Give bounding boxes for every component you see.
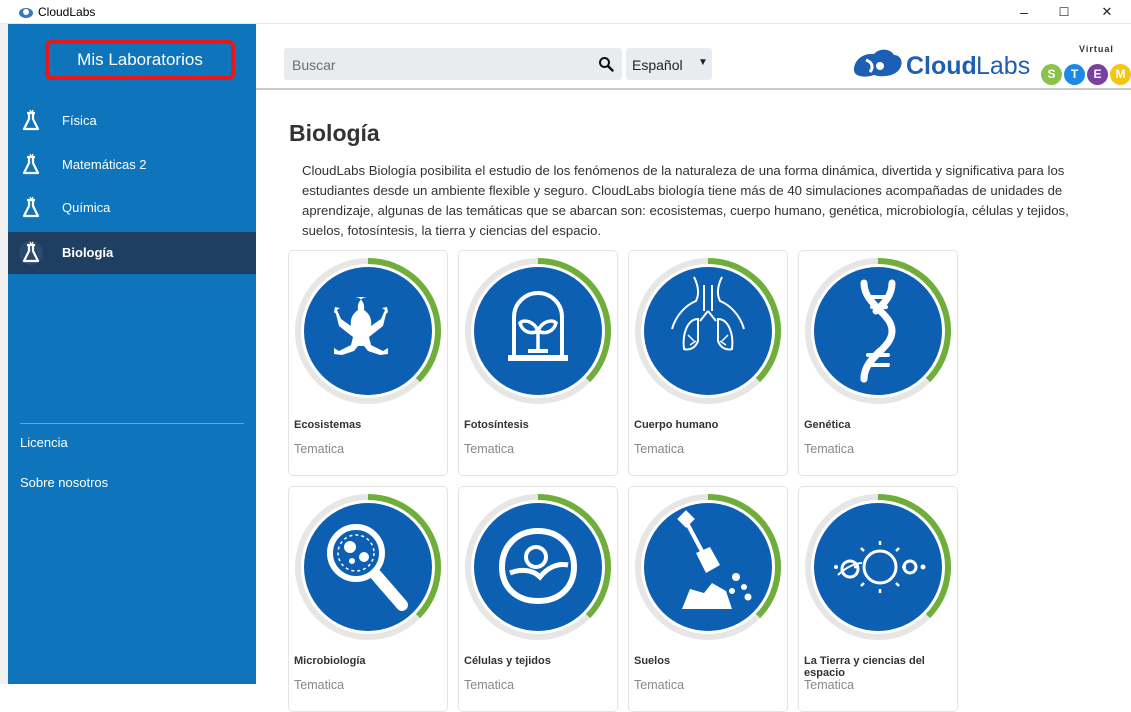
card-subtitle: Tematica [294, 442, 345, 456]
window-edge [0, 24, 8, 684]
licencia-link[interactable]: Licencia [20, 435, 68, 450]
main-content: Biología CloudLabs Biología posibilita e… [256, 90, 1131, 712]
sidebar-item-label: Matemáticas 2 [62, 157, 147, 172]
close-button[interactable]: ✕ [1089, 0, 1125, 24]
logo-text-light: Labs [976, 52, 1031, 80]
sobre-nosotros-link[interactable]: Sobre nosotros [20, 475, 108, 490]
cloudlabs-logo: Cloud Labs Virtual S T E M [846, 44, 1131, 88]
card-title: Células y tejidos [464, 655, 551, 667]
shovel-icon [635, 494, 782, 640]
maximize-button[interactable]: ☐ [1046, 0, 1082, 24]
card-title: Microbiología [294, 655, 366, 667]
sidebar-item-fisica[interactable]: Física [8, 100, 256, 142]
card-subtitle: Tematica [634, 442, 685, 456]
flask-icon [22, 153, 40, 175]
cloudlabs-app-icon [19, 8, 33, 18]
sidebar: Mis Laboratorios Física Matemáticas 2 Qu… [8, 24, 256, 684]
page-description: CloudLabs Biología posibilita el estudio… [302, 163, 1069, 238]
card-subtitle: Tematica [804, 442, 855, 456]
card-microbiologia[interactable]: Microbiología Tematica [288, 486, 448, 712]
card-title: Suelos [634, 655, 671, 667]
search-icon[interactable] [598, 56, 614, 72]
card-la-tierra-y-ciencias-del-espacio[interactable]: La Tierra y ciencias del espacio Tematic… [798, 486, 958, 712]
mis-laboratorios-link[interactable]: Mis Laboratorios [45, 40, 235, 80]
card-celulas-y-tejidos[interactable]: Células y tejidos Tematica [458, 486, 618, 712]
card-subtitle: Tematica [464, 442, 515, 456]
card-title: Fotosíntesis [464, 419, 529, 431]
lungs-icon [635, 258, 782, 404]
card-title: Genética [804, 419, 851, 431]
card-subtitle: Tematica [294, 678, 345, 692]
cell-icon [465, 494, 612, 640]
sidebar-item-label: Biología [62, 245, 114, 260]
card-subtitle: Tematica [634, 678, 685, 692]
logo-badge-t: T [1064, 64, 1085, 85]
magnifier-microbe-icon [295, 494, 442, 640]
flask-icon [19, 241, 43, 265]
card-cuerpo-humano[interactable]: Cuerpo humano Tematica [628, 250, 788, 476]
window-title: CloudLabs [38, 5, 96, 19]
sidebar-divider [20, 423, 244, 424]
logo-badge-m: M [1110, 64, 1131, 85]
sidebar-item-label: Física [62, 113, 97, 128]
sidebar-item-quimica[interactable]: Química [8, 187, 256, 229]
sidebar-item-matematicas-2[interactable]: Matemáticas 2 [8, 144, 256, 186]
card-title: Ecosistemas [294, 419, 362, 431]
card-suelos[interactable]: Suelos Tematica [628, 486, 788, 712]
logo-text-bold: Cloud [906, 52, 977, 80]
plant-dome-icon [465, 258, 612, 404]
page-title: Biología [289, 120, 380, 146]
card-ecosistemas[interactable]: Ecosistemas Tematica [288, 250, 448, 476]
logo-badge-e: E [1087, 64, 1108, 85]
sidebar-item-biologia[interactable]: Biología [8, 232, 256, 274]
card-fotosintesis[interactable]: Fotosíntesis Tematica [458, 250, 618, 476]
logo-badge-s: S [1041, 64, 1062, 85]
flask-icon [22, 109, 40, 131]
card-subtitle: Tematica [464, 678, 515, 692]
card-genetica[interactable]: Genética Tematica [798, 250, 958, 476]
minimize-button[interactable]: – [1006, 0, 1042, 24]
language-value: Español [632, 57, 683, 73]
flask-icon [22, 196, 40, 218]
frog-icon [295, 258, 442, 404]
chevron-down-icon: ▼ [698, 57, 708, 68]
card-subtitle: Tematica [804, 678, 855, 692]
search-box [284, 48, 622, 80]
planets-icon [805, 494, 952, 640]
header-bar: Español ▼ Cloud Labs Virtual S T E M [256, 24, 1131, 90]
search-input[interactable] [290, 54, 584, 76]
sidebar-item-label: Química [62, 200, 111, 215]
title-bar: CloudLabs – ☐ ✕ [0, 0, 1131, 24]
card-title: La Tierra y ciencias del espacio [804, 655, 925, 679]
language-select[interactable]: Español ▼ [626, 48, 712, 80]
logo-tag: Virtual [1079, 44, 1114, 54]
brand-label: Mis Laboratorios [77, 50, 203, 69]
dna-icon [805, 258, 952, 404]
card-title: Cuerpo humano [634, 419, 719, 431]
